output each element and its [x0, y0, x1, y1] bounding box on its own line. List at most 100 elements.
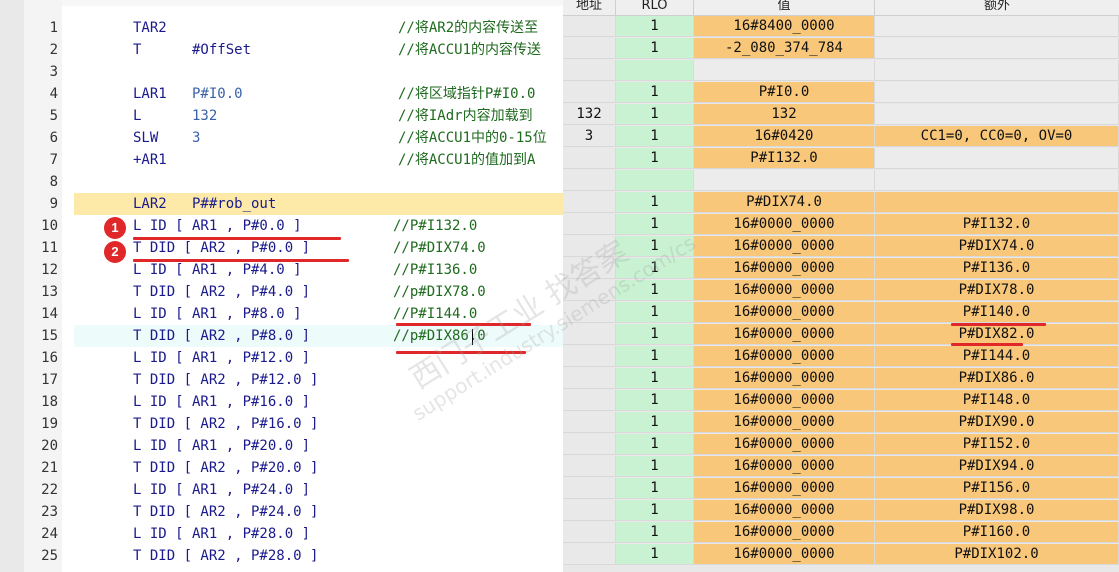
extra-cell[interactable]: P#DIX94.0	[875, 456, 1119, 477]
extra-cell[interactable]: P#DIX82.0	[875, 324, 1119, 345]
extra-cell[interactable]: P#DIX90.0	[875, 412, 1119, 433]
header-rlo[interactable]: RLO	[616, 0, 694, 16]
address-cell[interactable]	[563, 82, 616, 103]
code-line[interactable]: 19 T DID [ AR2 , P#16.0 ]	[0, 413, 563, 435]
extra-cell[interactable]: P#I156.0	[875, 478, 1119, 499]
extra-cell[interactable]	[875, 60, 1119, 81]
rlo-cell[interactable]: 1	[616, 38, 694, 59]
rlo-cell[interactable]: 1	[616, 368, 694, 389]
extra-cell[interactable]: P#DIX74.0	[875, 236, 1119, 257]
extra-cell[interactable]: P#I152.0	[875, 434, 1119, 455]
code-line[interactable]: 9 LAR2 P##rob_out	[0, 193, 563, 215]
rlo-cell[interactable]: 1	[616, 82, 694, 103]
value-cell[interactable]	[694, 60, 875, 81]
code-line[interactable]: 20 L ID [ AR1 , P#20.0 ]	[0, 435, 563, 457]
rlo-cell[interactable]: 1	[616, 412, 694, 433]
code-line[interactable]: 6 SLW 3 //将ACCU1中的0-15位	[0, 127, 563, 149]
value-cell[interactable]: 16#0000_0000	[694, 258, 875, 279]
rlo-cell[interactable]: 1	[616, 214, 694, 235]
rlo-cell[interactable]: 1	[616, 280, 694, 301]
code-line[interactable]: 25 T DID [ AR2 , P#28.0 ]	[0, 545, 563, 567]
address-cell[interactable]	[563, 500, 616, 521]
rlo-cell[interactable]: 1	[616, 522, 694, 543]
rlo-cell[interactable]: 1	[616, 302, 694, 323]
address-cell[interactable]: 3	[563, 126, 616, 147]
rlo-cell[interactable]: 1	[616, 258, 694, 279]
value-cell[interactable]: P#I132.0	[694, 148, 875, 169]
code-line[interactable]: 17 T DID [ AR2 , P#12.0 ]	[0, 369, 563, 391]
header-value[interactable]: 值	[694, 0, 875, 16]
value-cell[interactable]: 16#0000_0000	[694, 368, 875, 389]
value-cell[interactable]: 16#0000_0000	[694, 544, 875, 565]
rlo-cell[interactable]: 1	[616, 478, 694, 499]
address-cell[interactable]	[563, 434, 616, 455]
rlo-cell[interactable]	[616, 170, 694, 191]
address-cell[interactable]	[563, 368, 616, 389]
code-line[interactable]: 18 L ID [ AR1 , P#16.0 ]	[0, 391, 563, 413]
code-line[interactable]: 14 L ID [ AR1 , P#8.0 ] //P#I144.0	[0, 303, 563, 325]
address-cell[interactable]	[563, 16, 616, 37]
code-line[interactable]: 15 T DID [ AR2 , P#8.0 ]//p#DIX86.0	[0, 325, 563, 347]
value-cell[interactable]: -2_080_374_784	[694, 38, 875, 59]
value-cell[interactable]: 16#0000_0000	[694, 478, 875, 499]
rlo-cell[interactable]: 1	[616, 192, 694, 213]
rlo-cell[interactable]: 1	[616, 126, 694, 147]
address-cell[interactable]	[563, 38, 616, 59]
address-cell[interactable]	[563, 456, 616, 477]
code-line[interactable]: 5 L 132 //将IAdr内容加载到	[0, 105, 563, 127]
value-cell[interactable]: P#I0.0	[694, 82, 875, 103]
address-cell[interactable]	[563, 544, 616, 565]
rlo-cell[interactable]: 1	[616, 390, 694, 411]
extra-cell[interactable]: P#I136.0	[875, 258, 1119, 279]
value-cell[interactable]	[694, 170, 875, 191]
value-cell[interactable]: 16#0000_0000	[694, 324, 875, 345]
extra-cell[interactable]	[875, 104, 1119, 125]
extra-cell[interactable]: CC1=0, CC0=0, OV=0	[875, 126, 1119, 147]
value-cell[interactable]: 132	[694, 104, 875, 125]
rlo-cell[interactable]: 1	[616, 236, 694, 257]
rlo-cell[interactable]: 1	[616, 16, 694, 37]
address-cell[interactable]	[563, 522, 616, 543]
address-cell[interactable]	[563, 170, 616, 191]
code-line[interactable]: 7 +AR1 //将ACCU1的值加到A	[0, 149, 563, 171]
extra-cell[interactable]	[875, 82, 1119, 103]
value-cell[interactable]: 16#0000_0000	[694, 390, 875, 411]
header-address[interactable]: 地址	[563, 0, 616, 16]
code-editor[interactable]: 1 TAR2 //将AR2的内容传送至 2 T #OffSet //将ACCU1的内容传送 3…	[0, 0, 563, 572]
address-cell[interactable]	[563, 390, 616, 411]
extra-cell[interactable]: P#DIX78.0	[875, 280, 1119, 301]
rlo-cell[interactable]: 1	[616, 346, 694, 367]
value-cell[interactable]: 16#0000_0000	[694, 236, 875, 257]
address-cell[interactable]	[563, 258, 616, 279]
extra-cell[interactable]	[875, 192, 1119, 213]
address-cell[interactable]	[563, 236, 616, 257]
address-cell[interactable]	[563, 60, 616, 81]
address-cell[interactable]	[563, 412, 616, 433]
value-cell[interactable]: 16#0000_0000	[694, 522, 875, 543]
code-line[interactable]: 3	[0, 61, 563, 83]
extra-cell[interactable]: P#I140.0	[875, 302, 1119, 323]
code-line[interactable]: 4 LAR1 P#I0.0 //将区域指针P#I0.0	[0, 83, 563, 105]
rlo-cell[interactable]: 1	[616, 148, 694, 169]
extra-cell[interactable]: P#DIX98.0	[875, 500, 1119, 521]
value-cell[interactable]: 16#0000_0000	[694, 280, 875, 301]
extra-cell[interactable]	[875, 148, 1119, 169]
code-line[interactable]: 10 L ID [ AR1 , P#0.0 ] //P#I132.0	[0, 215, 563, 237]
code-line[interactable]: 2 T #OffSet //将ACCU1的内容传送	[0, 39, 563, 61]
extra-cell[interactable]	[875, 170, 1119, 191]
rlo-cell[interactable]: 1	[616, 434, 694, 455]
extra-cell[interactable]	[875, 16, 1119, 37]
address-cell[interactable]	[563, 280, 616, 301]
header-extra[interactable]: 额外	[875, 0, 1119, 16]
rlo-cell[interactable]: 1	[616, 544, 694, 565]
address-cell[interactable]	[563, 214, 616, 235]
value-cell[interactable]: 16#0000_0000	[694, 214, 875, 235]
value-cell[interactable]: 16#0000_0000	[694, 346, 875, 367]
code-line[interactable]: 1 TAR2 //将AR2的内容传送至	[0, 17, 563, 39]
value-cell[interactable]: 16#0420	[694, 126, 875, 147]
code-line[interactable]: 11 T DID [ AR2 , P#0.0 ] //P#DIX74.0	[0, 237, 563, 259]
extra-cell[interactable]: P#I160.0	[875, 522, 1119, 543]
rlo-cell[interactable]: 1	[616, 104, 694, 125]
extra-cell[interactable]: P#DIX102.0	[875, 544, 1119, 565]
extra-cell[interactable]: P#I132.0	[875, 214, 1119, 235]
